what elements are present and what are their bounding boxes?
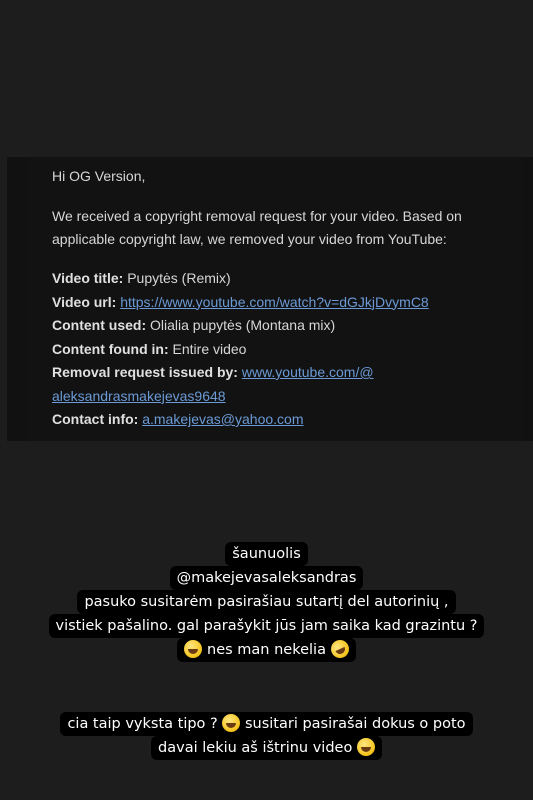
email-greeting: Hi OG Version, (52, 168, 146, 184)
caption-line-with-emoji: cia taip vyksta tipo ? susitari pasiraša… (60, 712, 473, 736)
screenshot-edge-left (7, 157, 28, 441)
video-title-row: Video title: Pupytės (Remix) (52, 267, 502, 291)
email-details: Video title: Pupytės (Remix) Video url: … (52, 267, 502, 432)
content-used-row: Content used: Olialia pupytės (Montana m… (52, 314, 502, 338)
caption-line: vistiek pašalino. gal parašykit jūs jam … (48, 614, 485, 638)
removal-request-row-cont: aleksandrasmakejevas9648 (52, 385, 502, 409)
caption-text: susitari pasirašai dokus o poto (244, 716, 466, 732)
email-intro: We received a copyright removal request … (52, 208, 462, 247)
removal-request-link-part1[interactable]: www.youtube.com/@ (242, 364, 374, 380)
video-title-value: Pupytės (Remix) (127, 270, 231, 286)
rofl-face-icon (327, 637, 352, 661)
contact-info-row: Contact info: a.makejevas@yahoo.com (52, 408, 502, 432)
caption-line: šaunuolis (225, 542, 308, 566)
caption-text: nes man nekelia (207, 642, 326, 658)
removal-request-label: Removal request issued by: (52, 364, 238, 380)
screenshot-edge-right (521, 157, 533, 441)
caption-text: davai lekiu aš ištrinu video (158, 740, 353, 756)
caption-text: cia taip vyksta tipo ? (67, 716, 218, 732)
email-screenshot: Hi OG Version, We received a copyright r… (28, 157, 522, 441)
removal-request-row: Removal request issued by: www.youtube.c… (52, 361, 502, 385)
caption-line-with-emoji: nes man nekelia (177, 637, 356, 662)
removal-request-link-part2[interactable]: aleksandrasmakejevas9648 (52, 388, 226, 404)
content-found-label: Content found in: (52, 340, 169, 357)
content-used-label: Content used: (52, 317, 147, 333)
caption-mention[interactable]: @makejevasaleksandras (169, 566, 364, 590)
grinning-face-icon (222, 714, 241, 732)
video-url-link[interactable]: https://www.youtube.com/watch?v=dGJkjDvy… (120, 294, 429, 310)
story-caption-1: šaunuolis @makejevasaleksandras pasuko s… (0, 542, 533, 662)
grinning-face-icon (356, 738, 375, 756)
caption-line: pasuko susitarėm pasirašiau sutartį del … (77, 590, 456, 614)
content-found-value: Entire video (172, 340, 247, 357)
story-caption-2: cia taip vyksta tipo ? susitari pasiraša… (0, 712, 533, 760)
video-url-label: Video url: (52, 293, 117, 310)
content-found-row: Content found in: Entire video (52, 338, 502, 362)
grinning-face-icon (184, 640, 203, 658)
contact-email-link[interactable]: a.makejevas@yahoo.com (142, 411, 303, 427)
contact-info-label: Contact info: (52, 411, 139, 427)
caption-line-with-emoji: davai lekiu aš ištrinu video (151, 736, 382, 760)
video-title-label: Video title: (52, 270, 124, 286)
story-screen: Hi OG Version, We received a copyright r… (0, 0, 533, 800)
video-url-row: Video url: https://www.youtube.com/watch… (52, 291, 502, 315)
content-used-value: Olialia pupytės (Montana mix) (150, 317, 336, 333)
